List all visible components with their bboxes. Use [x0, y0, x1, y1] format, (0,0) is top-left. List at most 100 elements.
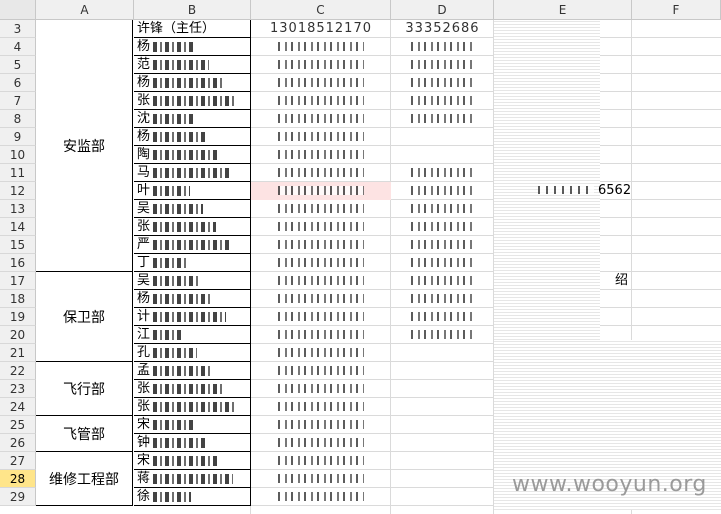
office-phone-cell[interactable] — [391, 128, 494, 146]
office-phone-cell[interactable] — [391, 488, 494, 506]
office-phone-cell[interactable] — [391, 164, 494, 182]
select-all-corner[interactable] — [0, 0, 36, 20]
name-cell[interactable]: 叶 — [134, 182, 251, 200]
office-phone-cell[interactable] — [391, 452, 494, 470]
office-phone-cell[interactable] — [391, 398, 494, 416]
dept-cell-flight-control[interactable]: 飞管部 — [36, 416, 133, 452]
phone-cell[interactable] — [251, 488, 391, 506]
phone-cell[interactable] — [251, 344, 391, 362]
phone-cell[interactable] — [251, 452, 391, 470]
office-phone-cell[interactable] — [391, 56, 494, 74]
phone-cell[interactable] — [251, 92, 391, 110]
phone-cell[interactable] — [251, 416, 391, 434]
row-header[interactable]: 17 — [0, 272, 36, 290]
office-phone-cell[interactable] — [391, 38, 494, 56]
name-cell[interactable]: 宋 — [134, 452, 251, 470]
office-phone-cell[interactable] — [391, 380, 494, 398]
office-phone-cell[interactable] — [391, 416, 494, 434]
name-cell[interactable]: 杨 — [134, 38, 251, 56]
dept-cell-security[interactable]: 保卫部 — [36, 272, 133, 362]
dept-cell-safety[interactable]: 安监部 — [36, 20, 133, 272]
phone-cell[interactable] — [251, 200, 391, 218]
name-cell[interactable]: 孔 — [134, 344, 251, 362]
office-phone-cell[interactable] — [391, 218, 494, 236]
phone-cell[interactable] — [251, 74, 391, 92]
phone-cell[interactable] — [251, 182, 391, 200]
row-header[interactable]: 9 — [0, 128, 36, 146]
row-header[interactable]: 23 — [0, 380, 36, 398]
dept-cell-flight[interactable]: 飞行部 — [36, 362, 133, 416]
row-header[interactable]: 21 — [0, 344, 36, 362]
office-phone-cell[interactable] — [391, 326, 494, 344]
name-cell[interactable]: 计 — [134, 308, 251, 326]
office-phone-cell[interactable] — [391, 236, 494, 254]
office-phone-cell[interactable] — [391, 272, 494, 290]
phone-cell[interactable] — [251, 218, 391, 236]
row-header[interactable]: 22 — [0, 362, 36, 380]
row-header[interactable]: 8 — [0, 110, 36, 128]
name-cell[interactable]: 马 — [134, 164, 251, 182]
row-header[interactable]: 6 — [0, 74, 36, 92]
office-phone-cell[interactable] — [391, 254, 494, 272]
office-phone-cell[interactable] — [391, 92, 494, 110]
phone-cell[interactable] — [251, 272, 391, 290]
row-header[interactable]: 13 — [0, 200, 36, 218]
cell-f17[interactable]: 绍 — [615, 272, 628, 290]
phone-cell[interactable] — [251, 110, 391, 128]
name-cell[interactable]: 张 — [134, 398, 251, 416]
name-cell[interactable]: 张 — [134, 380, 251, 398]
row-header[interactable]: 3 — [0, 20, 36, 38]
row-header[interactable]: 28 — [0, 470, 36, 488]
row-header[interactable]: 5 — [0, 56, 36, 74]
name-cell[interactable]: 杨 — [134, 74, 251, 92]
name-cell[interactable]: 杨 — [134, 128, 251, 146]
office-phone-cell[interactable] — [391, 74, 494, 92]
name-cell[interactable]: 徐 — [134, 488, 251, 506]
row-header[interactable]: 10 — [0, 146, 36, 164]
office-phone-cell[interactable] — [391, 470, 494, 488]
office-phone-cell[interactable] — [391, 110, 494, 128]
column-header-c[interactable]: C — [251, 0, 391, 20]
office-phone-cell[interactable] — [391, 434, 494, 452]
office-phone-cell[interactable] — [391, 290, 494, 308]
column-header-e[interactable]: E — [494, 0, 632, 20]
office-phone-cell[interactable]: 33352686 — [391, 20, 494, 38]
phone-cell[interactable] — [251, 380, 391, 398]
name-cell[interactable]: 张 — [134, 218, 251, 236]
dept-cell-maintenance[interactable]: 维修工程部 — [36, 452, 133, 506]
phone-cell[interactable] — [251, 362, 391, 380]
row-header[interactable]: 24 — [0, 398, 36, 416]
row-header[interactable]: 18 — [0, 290, 36, 308]
name-cell[interactable]: 吴 — [134, 272, 251, 290]
office-phone-cell[interactable] — [391, 146, 494, 164]
row-header[interactable]: 16 — [0, 254, 36, 272]
row-header[interactable]: 27 — [0, 452, 36, 470]
phone-cell[interactable] — [251, 236, 391, 254]
name-cell[interactable]: 丁 — [134, 254, 251, 272]
name-cell[interactable]: 钟 — [134, 434, 251, 452]
name-cell[interactable]: 严 — [134, 236, 251, 254]
row-header[interactable]: 29 — [0, 488, 36, 506]
column-header-b[interactable]: B — [134, 0, 251, 20]
phone-cell[interactable] — [251, 326, 391, 344]
office-phone-cell[interactable] — [391, 344, 494, 362]
row-header[interactable]: 15 — [0, 236, 36, 254]
row-header[interactable]: 12 — [0, 182, 36, 200]
phone-cell[interactable] — [251, 38, 391, 56]
phone-cell[interactable] — [251, 308, 391, 326]
phone-cell[interactable] — [251, 398, 391, 416]
name-cell[interactable]: 杨 — [134, 290, 251, 308]
phone-cell[interactable] — [251, 290, 391, 308]
name-cell[interactable]: 蒋 — [134, 470, 251, 488]
row-header[interactable]: 19 — [0, 308, 36, 326]
row-header[interactable]: 4 — [0, 38, 36, 56]
row-header[interactable]: 11 — [0, 164, 36, 182]
name-cell[interactable]: 孟 — [134, 362, 251, 380]
phone-cell[interactable] — [251, 128, 391, 146]
phone-cell[interactable] — [251, 470, 391, 488]
name-cell[interactable]: 陶 — [134, 146, 251, 164]
name-cell[interactable]: 吴 — [134, 200, 251, 218]
column-header-a[interactable]: A — [36, 0, 134, 20]
cell-e12[interactable]: 6562 — [598, 182, 631, 200]
phone-cell[interactable] — [251, 434, 391, 452]
